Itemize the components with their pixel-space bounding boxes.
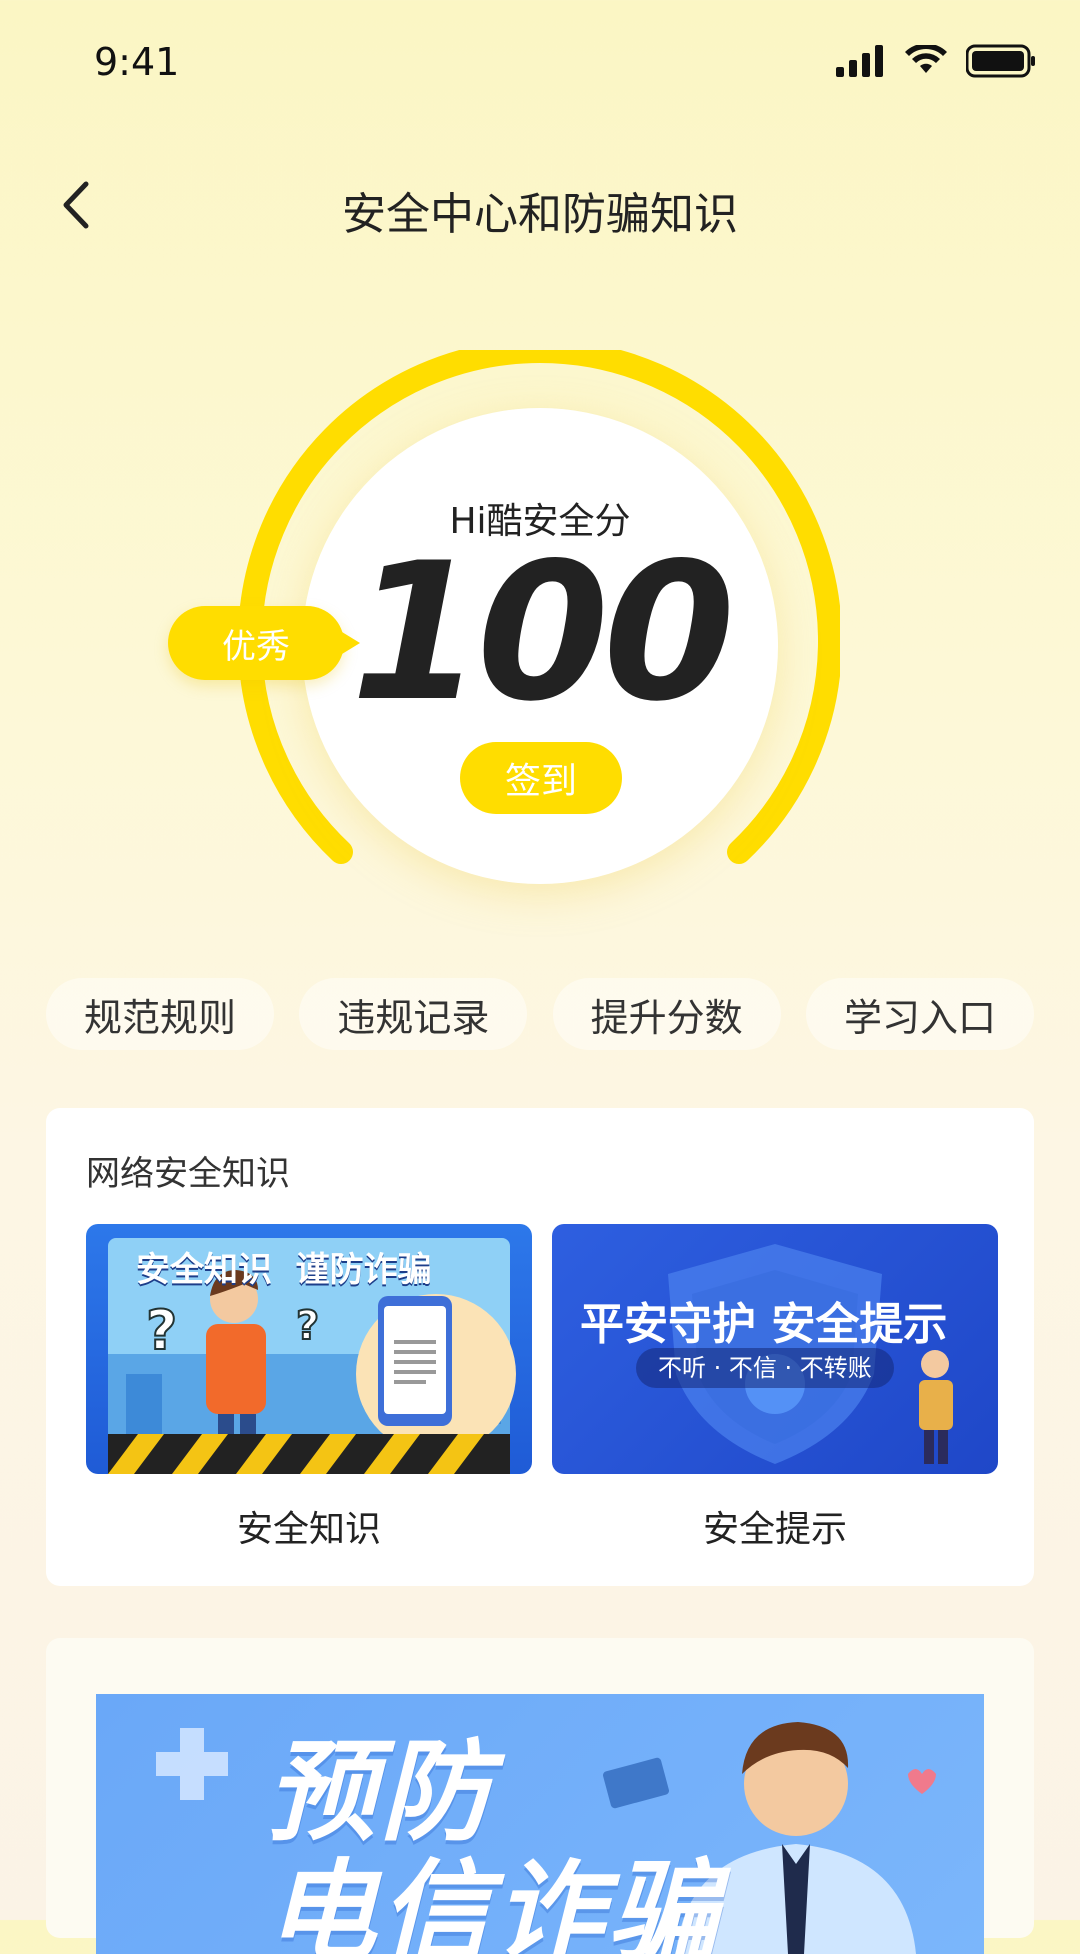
tile-safety-knowledge[interactable]: ? ? 安全知识 谨防诈骗 xyxy=(86,1224,532,1474)
svg-text:?: ? xyxy=(146,1299,177,1362)
score-value: 100 xyxy=(350,522,736,743)
rating-badge: 优秀 xyxy=(168,606,360,680)
quick-link-rules[interactable]: 规范规则 xyxy=(46,978,274,1050)
bottom-card: 预防 电信诈骗 xyxy=(46,1638,1034,1954)
tile-banner-text: 平安守护 安全提示 xyxy=(580,1299,948,1350)
quick-link-violations[interactable]: 违规记录 xyxy=(299,978,528,1050)
status-icons xyxy=(836,44,1036,78)
knowledge-card: 网络安全知识 ? ? 安全知识 谨防诈骗 平安守护 安全提示 不听 · 不信 ·… xyxy=(46,1108,1034,1586)
page-title: 安全中心和防骗知识 xyxy=(342,189,738,240)
checkin-button[interactable]: 签到 xyxy=(460,742,622,814)
quick-link-learning[interactable]: 学习入口 xyxy=(805,978,1034,1050)
tile-banner-text: 安全知识 谨防诈骗 xyxy=(136,1250,432,1290)
quick-link-improve-score[interactable]: 提升分数 xyxy=(552,978,781,1050)
signal-icon xyxy=(836,45,883,77)
battery-icon xyxy=(966,44,1035,78)
nav-header: 安全中心和防骗知识 xyxy=(0,160,1080,250)
tile-caption-safety-knowledge[interactable]: 安全知识 xyxy=(86,1500,532,1552)
banner-line-1: 预防 xyxy=(266,1728,494,1856)
card-title: 网络安全知识 xyxy=(86,1154,290,1194)
svg-text:?: ? xyxy=(296,1303,319,1349)
banner-line-2: 电信诈骗 xyxy=(266,1848,722,1954)
wifi-icon xyxy=(905,45,947,73)
quick-links: 规范规则 违规记录 提升分数 学习入口 xyxy=(46,978,1034,1050)
tile-safety-tips[interactable]: 平安守护 安全提示 不听 · 不信 · 不转账 xyxy=(552,1224,998,1474)
banner-text: 预防 电信诈骗 xyxy=(266,1732,722,1954)
status-time: 9:41 xyxy=(94,40,180,84)
status-bar: 9:41 xyxy=(0,0,1080,130)
fraud-prevention-banner[interactable]: 预防 电信诈骗 xyxy=(96,1694,984,1954)
tile-banner-subtext: 不听 · 不信 · 不转账 xyxy=(636,1348,894,1388)
tile-caption-safety-tips[interactable]: 安全提示 xyxy=(552,1500,998,1552)
